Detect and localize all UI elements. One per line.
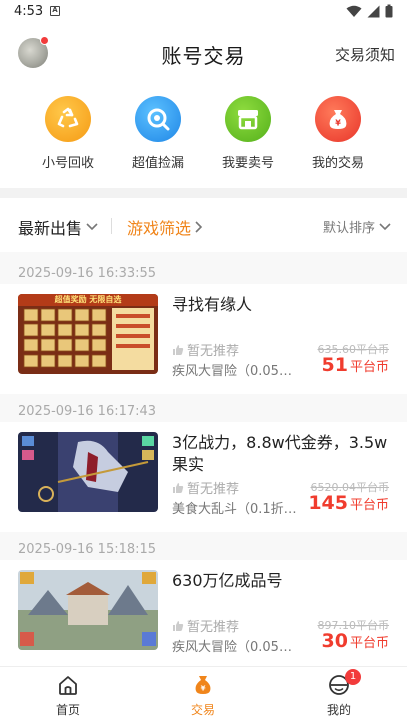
nav-profile[interactable]: 1 我的 <box>299 669 379 718</box>
action-trumpet-recycle[interactable]: 小号回收 <box>23 96 113 171</box>
quick-actions: 小号回收 超值捡漏 我要卖号 ¥ 我的交易 <box>0 96 407 172</box>
listing-date: 2025-09-16 16:17:43 <box>18 404 157 419</box>
header: 账号交易 交易须知 <box>0 30 407 76</box>
action-label: 小号回收 <box>41 156 94 171</box>
home-icon <box>56 673 80 697</box>
thumbnail-banner-text: 超值奖励 无限自选 <box>54 295 122 304</box>
price-value: 51 <box>321 354 348 376</box>
filter-bar: 最新出售 游戏筛选 默认排序 <box>0 208 407 244</box>
chevron-down-icon <box>86 223 98 231</box>
default-sort-label: 默认排序 <box>322 221 375 236</box>
recommend-label: 暂无推荐 <box>187 620 240 635</box>
bottom-nav: 首页 ¥ 交易 1 我的 <box>0 666 407 723</box>
recommend-status: 暂无推荐 <box>172 340 239 359</box>
filter-separator <box>111 218 112 234</box>
price-unit: 平台币 <box>349 360 389 375</box>
thumbs-up-icon <box>173 482 184 493</box>
action-label: 我要卖号 <box>221 156 274 171</box>
listing-card[interactable]: 630万亿成品号 暂无推荐 疾风大冒险（0.05折… 897.10平台币 30 … <box>0 560 407 670</box>
game-name: 疾风大冒险（0.05折… <box>172 640 304 655</box>
price-value: 145 <box>308 492 348 514</box>
action-label: 超值捡漏 <box>131 156 184 171</box>
default-sort-dropdown[interactable]: 默认排序 <box>323 217 391 236</box>
game-filter-button[interactable]: 游戏筛选 <box>127 215 203 239</box>
money-bag-icon: ¥ <box>191 673 215 697</box>
price-unit: 平台币 <box>349 636 389 651</box>
action-my-trades[interactable]: ¥ 我的交易 <box>293 96 383 171</box>
game-name: 疾风大冒险（0.05折… <box>172 364 304 379</box>
recycle-icon <box>45 96 91 142</box>
listing-date: 2025-09-16 15:18:15 <box>18 542 157 557</box>
battery-icon <box>385 4 393 18</box>
money-bag-icon: ¥ <box>315 96 361 142</box>
recommend-status: 暂无推荐 <box>172 616 239 635</box>
game-filter-label: 游戏筛选 <box>127 219 192 238</box>
recommend-label: 暂无推荐 <box>187 482 240 497</box>
nav-home[interactable]: 首页 <box>28 673 108 718</box>
chevron-right-icon <box>195 221 203 233</box>
action-bargain[interactable]: 超值捡漏 <box>113 96 203 171</box>
trade-notice-link[interactable]: 交易须知 <box>335 44 395 65</box>
listing-thumbnail <box>18 432 158 512</box>
signal-icon <box>367 5 380 17</box>
game-name: 美食大乱斗（0.1折… <box>172 502 297 517</box>
svg-text:¥: ¥ <box>201 685 206 693</box>
listing-card[interactable]: 3亿战力，8.8w代金券，3.5w果实 暂无推荐 美食大乱斗（0.1折… 652… <box>0 422 407 532</box>
nav-trade[interactable]: ¥ 交易 <box>163 673 243 718</box>
nav-label: 首页 <box>55 703 80 717</box>
wifi-icon <box>346 5 362 17</box>
action-sell-account[interactable]: 我要卖号 <box>203 96 293 171</box>
search-icon <box>135 96 181 142</box>
status-time: 4:53 <box>14 4 44 19</box>
listing-thumbnail: 超值奖励 无限自选 <box>18 294 158 374</box>
listing-date: 2025-09-16 16:33:55 <box>18 266 157 281</box>
sale-price: 30 平台币 <box>322 630 389 652</box>
listing-card[interactable]: 超值奖励 无限自选 寻找有缘人 暂无推荐 疾风大冒险（0.05折… 635.60… <box>0 284 407 394</box>
recommend-status: 暂无推荐 <box>172 478 239 497</box>
sort-label: 最新出售 <box>18 219 83 238</box>
thumbs-up-icon <box>173 620 184 631</box>
notification-badge: 1 <box>345 669 361 685</box>
latest-sale-dropdown[interactable]: 最新出售 <box>18 215 98 239</box>
status-bar: 4:53 A <box>0 0 407 24</box>
svg-text:¥: ¥ <box>335 119 341 128</box>
listing-title: 630万亿成品号 <box>172 571 283 590</box>
chevron-down-icon <box>379 222 391 230</box>
price-unit: 平台币 <box>349 498 389 513</box>
thumbs-up-icon <box>173 344 184 355</box>
sale-price: 145 平台币 <box>308 492 389 514</box>
action-label: 我的交易 <box>311 156 364 171</box>
price-value: 30 <box>321 630 348 652</box>
sale-price: 51 平台币 <box>322 354 389 376</box>
section-divider <box>0 188 407 198</box>
recommend-label: 暂无推荐 <box>187 344 240 359</box>
nav-label: 我的 <box>326 703 351 717</box>
notification-icon: A <box>50 6 60 16</box>
listing-title: 3亿战力，8.8w代金券，3.5w果实 <box>172 433 388 474</box>
listing-title: 寻找有缘人 <box>172 295 253 314</box>
shop-icon <box>225 96 271 142</box>
listing-thumbnail <box>18 570 158 650</box>
nav-label: 交易 <box>190 703 215 717</box>
